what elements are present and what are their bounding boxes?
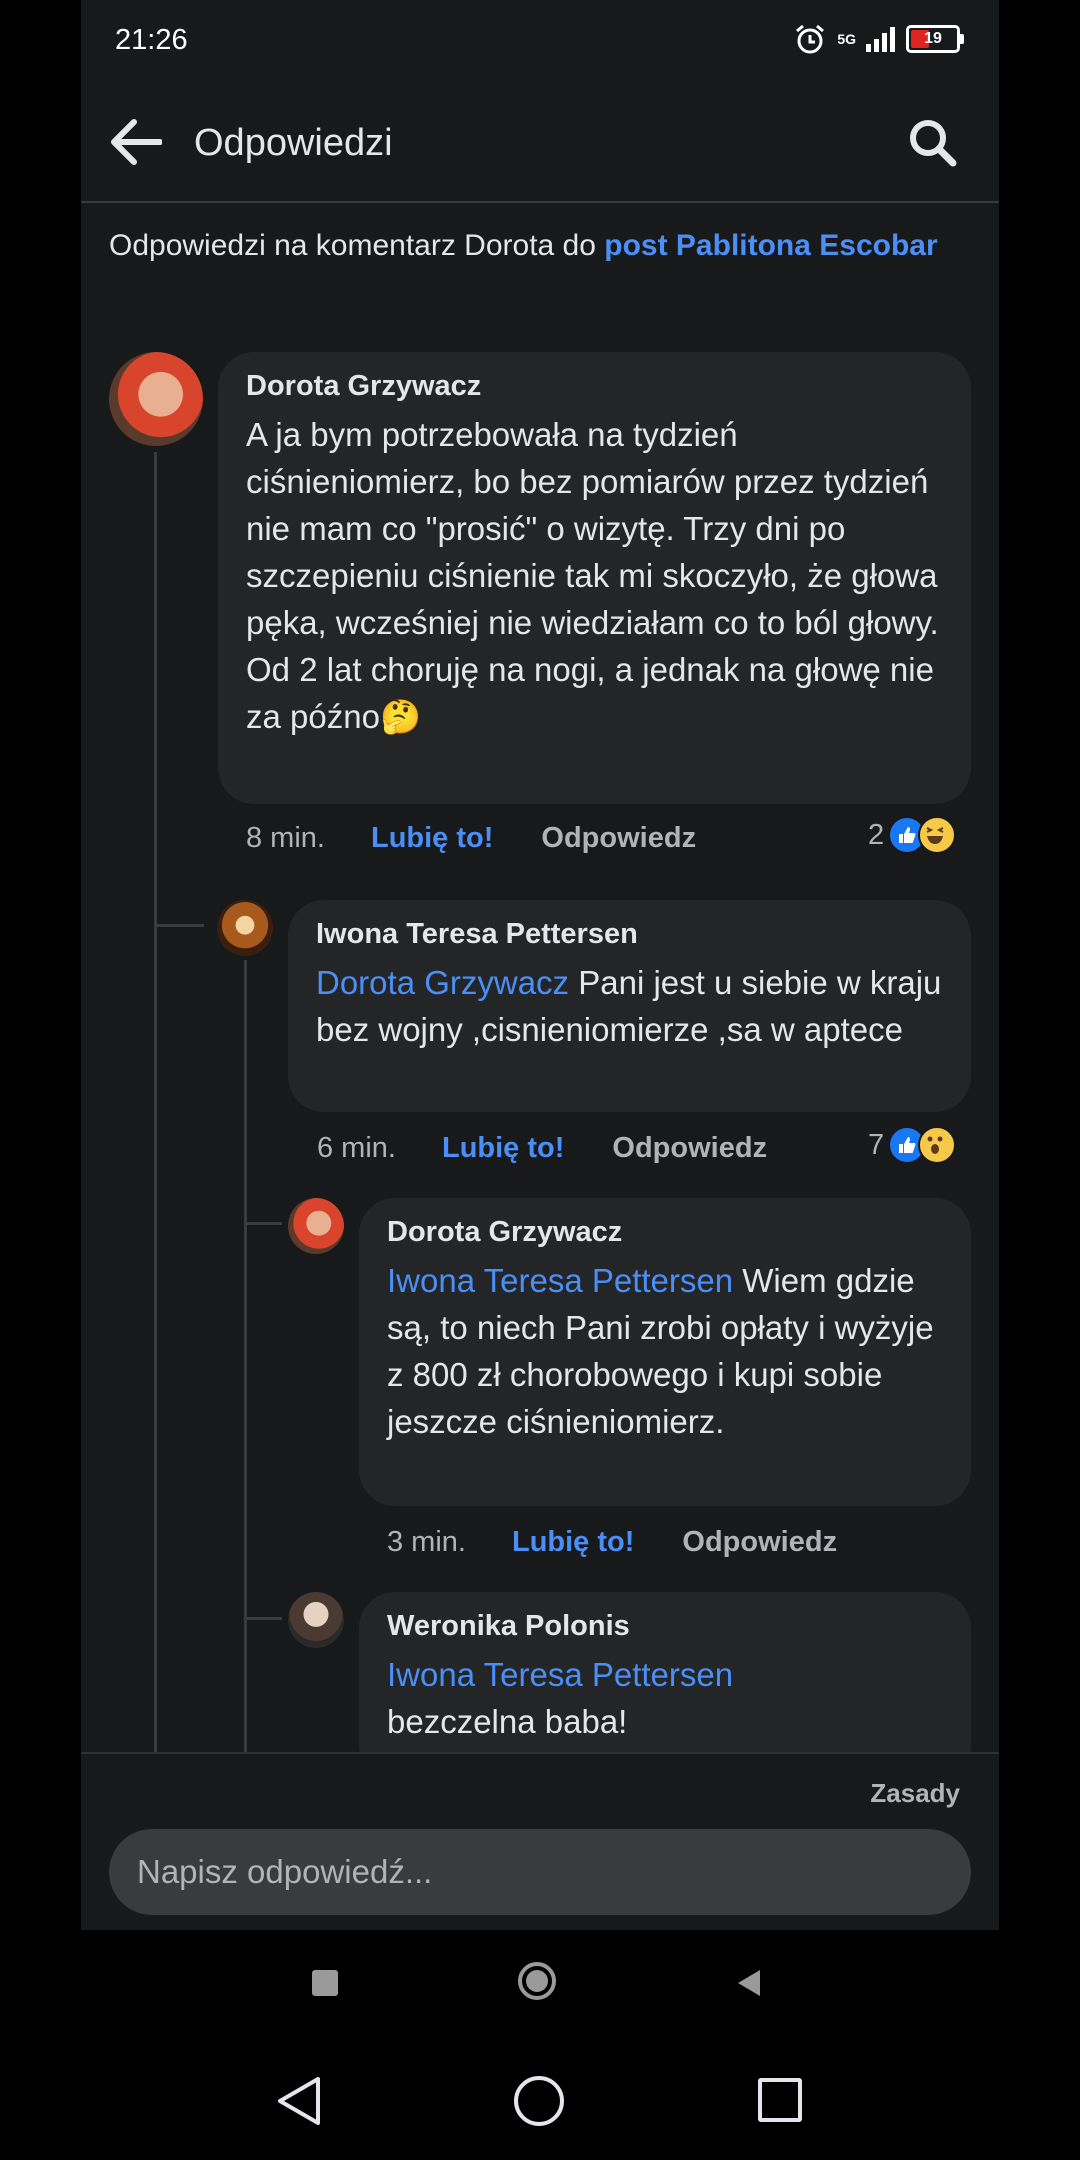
comment-actions: 8 min. Lubię to! Odpowiedz	[246, 822, 696, 855]
comment-author[interactable]: Iwona Teresa Pettersen	[316, 918, 943, 951]
comment-body: bezczelna baba!	[387, 1703, 628, 1740]
comment-actions: 6 min. Lubię to! Odpowiedz	[317, 1132, 767, 1165]
alarm-icon	[796, 24, 825, 54]
replies-intro: Odpowiedzi na komentarz Dorota do post P…	[109, 226, 959, 266]
thread-line-main	[154, 452, 157, 1752]
footer-divider	[81, 1752, 999, 1754]
reply-button[interactable]: Odpowiedz	[612, 1132, 767, 1165]
avatar[interactable]	[217, 900, 273, 956]
back-arrow-icon[interactable]	[110, 118, 162, 166]
comment-text: Iwona Teresa Pettersen bezczelna baba!	[387, 1651, 943, 1745]
home-nav-icon[interactable]	[514, 2076, 564, 2126]
comment-body: A ja bym potrzebowała na tydzień ciśnien…	[246, 416, 939, 735]
comment-text: Iwona Teresa Pettersen Wiem gdzie są, to…	[387, 1257, 943, 1445]
comment-actions: 3 min. Lubię to! Odpowiedz	[387, 1526, 837, 1559]
thread-connector-2	[244, 1222, 282, 1225]
record-dot	[526, 1970, 548, 1992]
battery-icon: 19	[906, 25, 964, 53]
back-nav-icon[interactable]	[276, 2076, 322, 2126]
comment-author[interactable]: Weronika Polonis	[387, 1610, 943, 1643]
battery-level: 19	[924, 30, 942, 47]
header-divider	[81, 201, 999, 203]
reaction-count: 2	[868, 818, 885, 851]
wow-reaction-icon	[918, 1126, 957, 1164]
comment-bubble: Weronika Polonis Iwona Teresa Pettersen b…	[359, 1592, 971, 1752]
reactions[interactable]: 7	[868, 1126, 957, 1164]
reactions[interactable]: 2	[868, 816, 957, 854]
comment-time: 8 min.	[246, 822, 325, 854]
thread-connector-1	[154, 924, 204, 927]
comment-time: 6 min.	[317, 1132, 396, 1164]
record-icon[interactable]	[518, 1962, 556, 2000]
comment-author[interactable]: Dorota Grzywacz	[246, 370, 943, 403]
like-button[interactable]: Lubię to!	[512, 1526, 634, 1559]
post-link[interactable]: post Pablitona Escobar	[604, 229, 937, 262]
status-icons: 5G 19	[793, 22, 964, 56]
rules-link[interactable]: Zasady	[870, 1778, 960, 1809]
rewind-icon[interactable]	[734, 1968, 764, 1998]
like-button[interactable]: Lubię to!	[371, 822, 493, 855]
comment-clip: Weronika Polonis Iwona Teresa Pettersen b…	[81, 1560, 999, 1752]
avatar[interactable]	[109, 352, 203, 446]
thinking-emoji: 🤔	[379, 698, 422, 735]
page-title: Odpowiedzi	[194, 122, 393, 164]
intro-text: Odpowiedzi na komentarz Dorota do	[109, 229, 605, 262]
reply-button[interactable]: Odpowiedz	[541, 822, 696, 855]
signal-icon	[866, 27, 895, 52]
comment-time: 3 min.	[387, 1526, 466, 1558]
comment-text: Dorota Grzywacz Pani jest u siebie w kra…	[316, 959, 943, 1053]
avatar[interactable]	[288, 1198, 344, 1254]
recent-apps-icon[interactable]	[758, 2078, 802, 2122]
comment-text: A ja bym potrzebowała na tydzień ciśnien…	[246, 411, 943, 740]
laughing-reaction-icon	[918, 816, 957, 854]
search-icon[interactable]	[908, 118, 958, 168]
mention-link[interactable]: Dorota Grzywacz	[316, 964, 569, 1001]
comment-bubble: Dorota Grzywacz A ja bym potrzebowała na…	[218, 352, 971, 804]
mention-link[interactable]: Iwona Teresa Pettersen	[387, 1262, 733, 1299]
mention-link[interactable]: Iwona Teresa Pettersen	[387, 1656, 733, 1693]
like-button[interactable]: Lubię to!	[442, 1132, 564, 1165]
status-time: 21:26	[115, 24, 188, 56]
comment-bubble: Dorota Grzywacz Iwona Teresa Pettersen W…	[359, 1198, 971, 1506]
comment-bubble: Iwona Teresa Pettersen Dorota Grzywacz P…	[288, 900, 971, 1112]
stop-icon[interactable]	[312, 1970, 338, 1996]
reaction-count: 7	[868, 1128, 885, 1161]
reply-input[interactable]	[109, 1829, 971, 1915]
comment-author[interactable]: Dorota Grzywacz	[387, 1216, 943, 1249]
avatar[interactable]	[288, 1592, 344, 1648]
network-label: 5G	[837, 31, 856, 47]
reply-button[interactable]: Odpowiedz	[682, 1526, 837, 1559]
